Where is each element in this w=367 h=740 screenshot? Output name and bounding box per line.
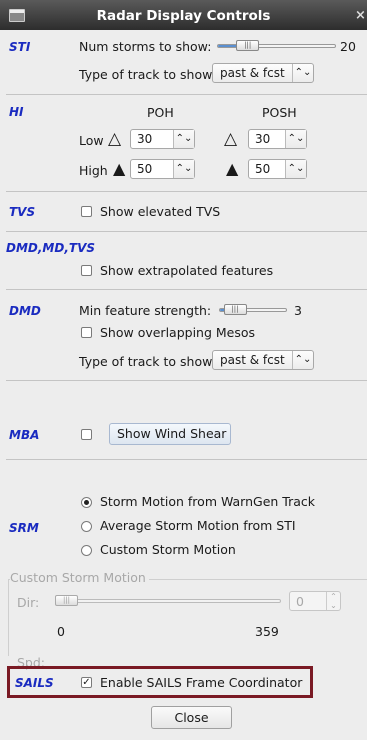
- section-label-dmd-md-tvs: DMD,MD,TVS: [6, 241, 95, 255]
- poh-low-value: 30: [137, 132, 153, 146]
- min-strength-label: Min feature strength:: [79, 303, 212, 318]
- posh-low-spinner[interactable]: 30 ⌃⌄: [248, 129, 307, 149]
- enable-sails-label[interactable]: Enable SAILS Frame Coordinator: [100, 675, 302, 690]
- section-label-tvs: TVS: [9, 205, 36, 219]
- chevron-updown-icon: ⌃⌄: [292, 351, 313, 369]
- low-triangle-icon: △: [224, 129, 238, 149]
- dir-spinner-value: 0: [296, 594, 304, 609]
- chevron-updown-icon[interactable]: ⌃⌄: [173, 130, 194, 148]
- section-label-dmd: DMD: [9, 304, 41, 318]
- sti-track-type-value: past & fcst: [220, 66, 285, 80]
- show-extrapolated-checkbox[interactable]: [81, 265, 92, 276]
- close-button[interactable]: Close: [151, 706, 232, 729]
- section-label-sti: STI: [9, 40, 31, 54]
- chevron-updown-icon: ⌃⌄: [326, 592, 340, 610]
- divider: [6, 94, 367, 95]
- posh-header: POSH: [262, 105, 297, 120]
- min-strength-slider-thumb[interactable]: |||: [223, 304, 247, 315]
- dmd-track-type-value: past & fcst: [220, 353, 285, 367]
- show-overlapping-mesos-checkbox[interactable]: [81, 327, 92, 338]
- srm-radio-custom[interactable]: [81, 545, 92, 556]
- high-label: High: [79, 163, 108, 178]
- num-storms-slider-thumb[interactable]: |||: [236, 40, 260, 51]
- dmd-track-type-combo[interactable]: past & fcst ⌃⌄: [212, 350, 314, 370]
- posh-low-value: 30: [255, 132, 271, 146]
- poh-high-spinner[interactable]: 50 ⌃⌄: [130, 159, 195, 179]
- divider: [6, 231, 367, 232]
- srm-option-average[interactable]: Average Storm Motion from STI: [100, 518, 296, 533]
- dir-min-label: 0: [57, 624, 65, 639]
- section-label-hi: HI: [9, 105, 24, 119]
- dir-spinner: 0 ⌃ ⌄: [289, 591, 341, 611]
- sti-track-type-combo[interactable]: past & fcst ⌃⌄: [212, 63, 314, 83]
- dir-label: Dir:: [17, 595, 40, 610]
- enable-sails-checkbox[interactable]: ✓: [81, 677, 92, 688]
- poh-high-value: 50: [137, 162, 153, 176]
- srm-radio-warngen[interactable]: [81, 497, 92, 508]
- dmd-track-type-label: Type of track to show:: [79, 354, 216, 369]
- min-strength-value: 3: [294, 303, 302, 318]
- poh-header: POH: [147, 105, 174, 120]
- low-label: Low: [79, 133, 104, 148]
- divider: [6, 459, 367, 460]
- num-storms-value: 20: [340, 39, 356, 54]
- low-triangle-icon: △: [108, 129, 122, 149]
- poh-low-spinner[interactable]: 30 ⌃⌄: [130, 129, 195, 149]
- num-storms-label: Num storms to show:: [79, 39, 212, 54]
- posh-high-spinner[interactable]: 50 ⌃⌄: [248, 159, 307, 179]
- chevron-updown-icon: ⌃⌄: [292, 64, 313, 82]
- show-wind-shear-label[interactable]: Show Wind Shear: [109, 423, 231, 445]
- srm-option-warngen[interactable]: Storm Motion from WarnGen Track: [100, 494, 315, 509]
- section-label-mba: MBA: [9, 428, 40, 442]
- divider: [6, 380, 367, 381]
- dir-slider-thumb: |||: [55, 595, 78, 606]
- sti-track-type-label: Type of track to show:: [79, 67, 216, 82]
- divider: [6, 191, 367, 192]
- divider: [6, 289, 367, 290]
- chevron-updown-icon[interactable]: ⌃⌄: [173, 160, 194, 178]
- chevron-updown-icon[interactable]: ⌃⌄: [285, 130, 306, 148]
- dir-max-label: 359: [255, 624, 279, 639]
- high-triangle-icon: ▲: [226, 159, 239, 178]
- show-extrapolated-label[interactable]: Show extrapolated features: [100, 263, 273, 278]
- show-overlapping-mesos-label[interactable]: Show overlapping Mesos: [100, 325, 255, 340]
- posh-high-value: 50: [255, 162, 271, 176]
- dir-slider: [56, 599, 281, 603]
- show-wind-shear-checkbox[interactable]: [81, 429, 92, 440]
- srm-radio-average[interactable]: [81, 521, 92, 532]
- title-bar[interactable]: Radar Display Controls ×: [0, 0, 367, 30]
- custom-storm-motion-title: Custom Storm Motion: [10, 570, 149, 585]
- show-elevated-tvs-label[interactable]: Show elevated TVS: [100, 204, 220, 219]
- srm-option-custom[interactable]: Custom Storm Motion: [100, 542, 236, 557]
- show-elevated-tvs-checkbox[interactable]: [81, 206, 92, 217]
- high-triangle-icon: ▲: [113, 159, 126, 178]
- window-title: Radar Display Controls: [96, 8, 271, 24]
- close-window-icon[interactable]: ×: [355, 8, 366, 23]
- num-storms-slider[interactable]: [217, 44, 336, 48]
- chevron-updown-icon[interactable]: ⌃⌄: [285, 160, 306, 178]
- section-label-srm: SRM: [9, 521, 39, 535]
- section-label-sails: SAILS: [15, 676, 54, 690]
